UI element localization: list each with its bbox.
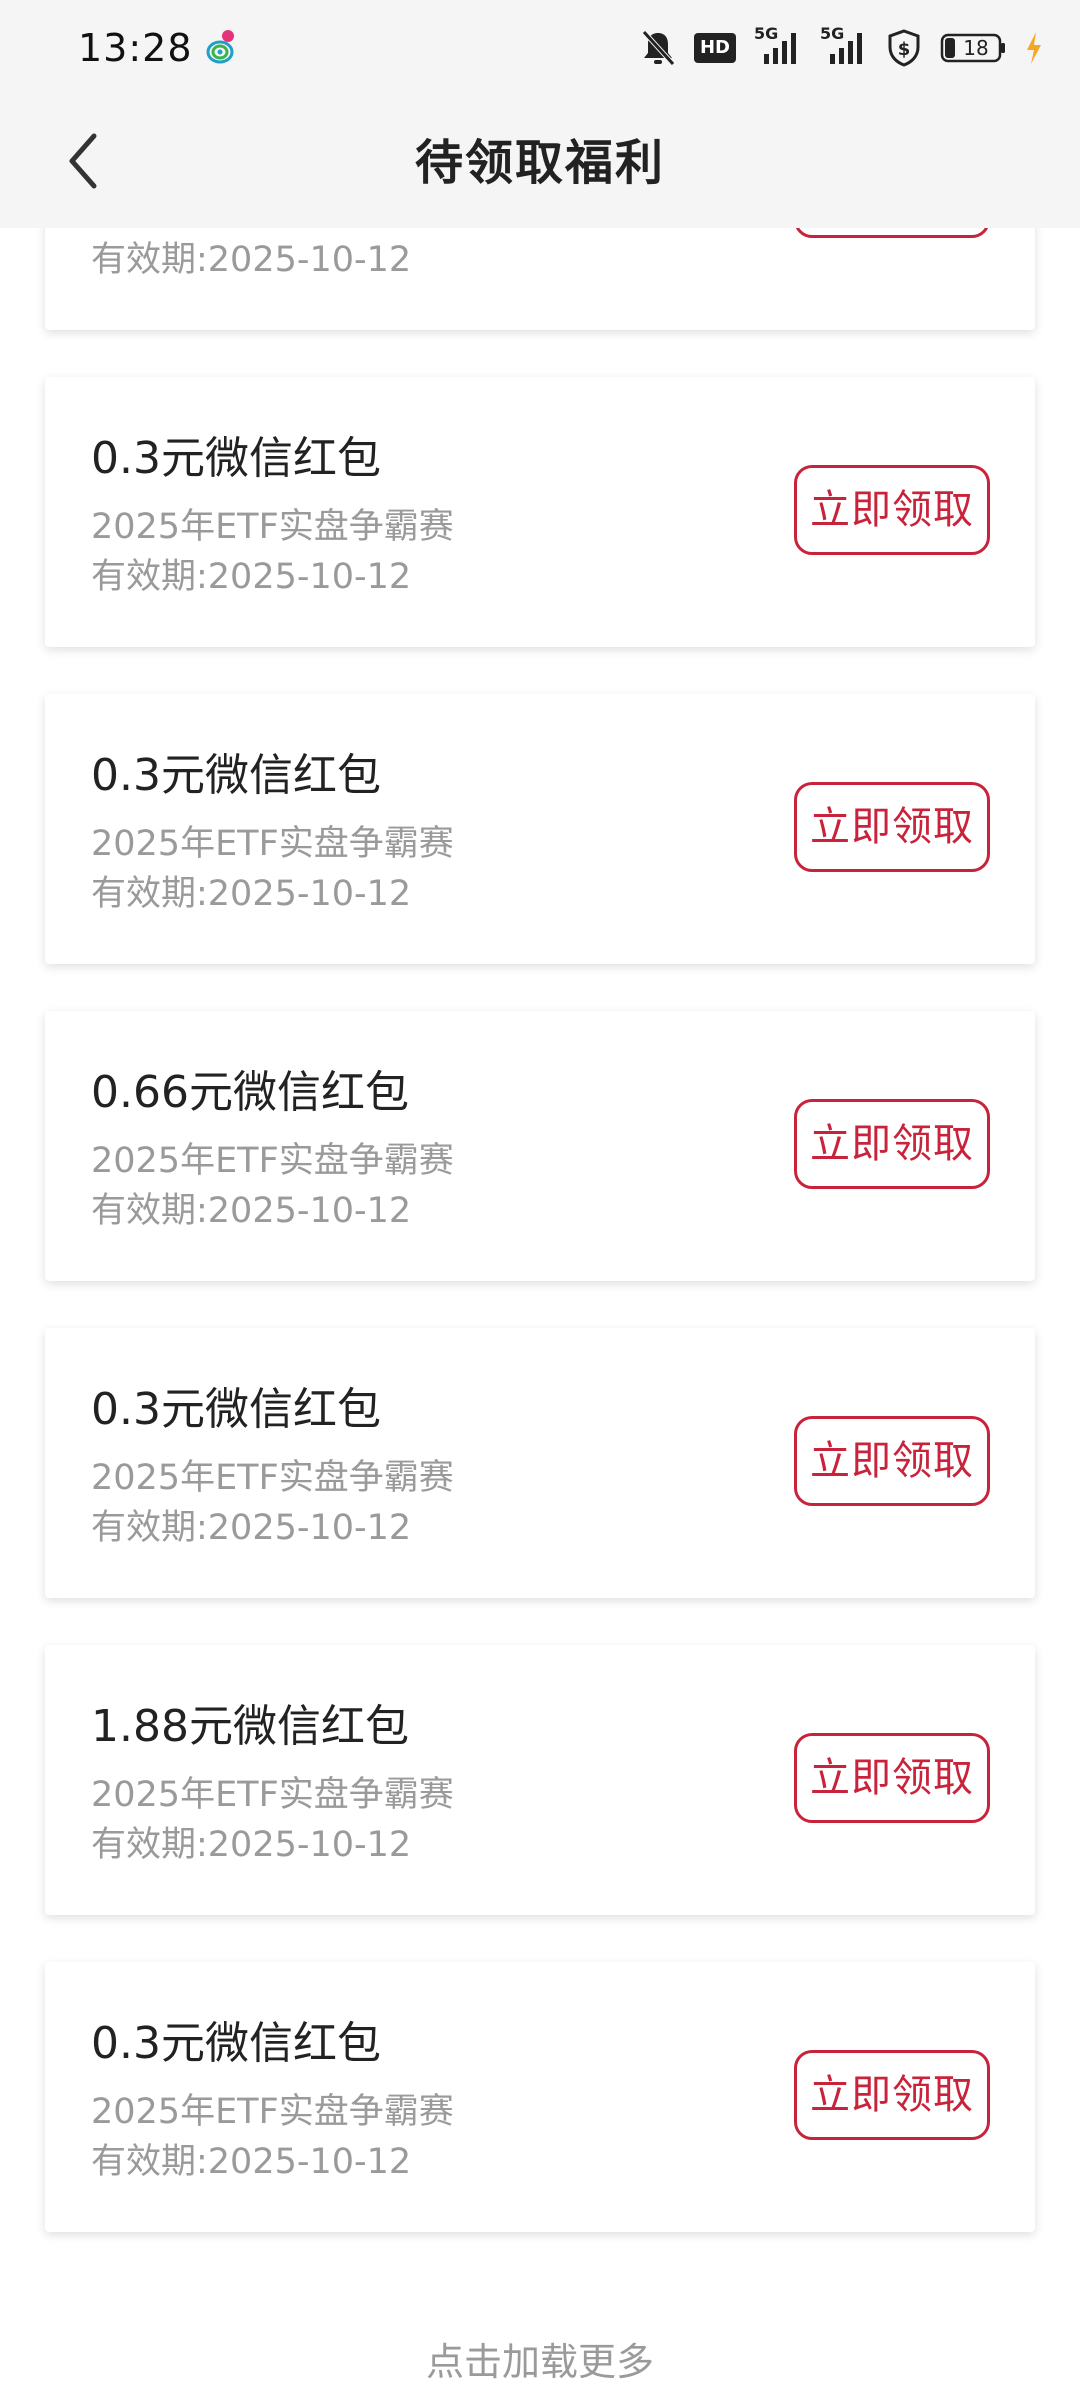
signal-icon: 5G [754,24,802,68]
signal-icon: 5G [820,24,868,68]
charging-icon [1024,28,1044,68]
carrier-icon [204,28,240,68]
reward-card: 0.3元微信红包 2025年ETF实盘争霸赛 有效期:2025-10-12 立即… [45,1962,1035,2232]
reward-validity: 有效期:2025-10-12 [91,2142,412,2182]
claim-button[interactable]: 立即领取 [794,465,990,555]
reward-title: 0.3元微信红包 [91,1384,381,1435]
reward-title: 1.88元微信红包 [91,1701,409,1752]
svg-text:$: $ [898,39,911,60]
mute-icon [640,28,676,68]
reward-card: 0.66元微信红包 2025年ETF实盘争霸赛 有效期:2025-10-12 立… [45,1011,1035,1281]
reward-title: 0.3元微信红包 [91,2018,381,2069]
header: 待领取福利 [0,96,1080,228]
status-bar: 13:28 HD 5G 5G $ 18 [0,0,1080,96]
reward-card: 0.3元微信红包 2025年ETF实盘争霸赛 有效期:2025-10-12 立即… [45,377,1035,647]
hd-icon: HD [694,33,736,63]
claim-button[interactable]: 立即领取 [794,1733,990,1823]
reward-list: 有效期:2025-10-12 立即领取 0.3元微信红包 2025年ETF实盘争… [0,0,1080,2408]
shield-dollar-icon: $ [886,28,922,68]
claim-button[interactable]: 立即领取 [794,782,990,872]
page-title: 待领取福利 [414,135,665,191]
reward-validity: 有效期:2025-10-12 [91,1508,412,1548]
claim-button[interactable]: 立即领取 [794,2050,990,2140]
load-more-button[interactable]: 点击加载更多 [0,2338,1080,2386]
reward-source: 2025年ETF实盘争霸赛 [91,1141,454,1181]
reward-validity: 有效期:2025-10-12 [91,1825,412,1865]
reward-card: 1.88元微信红包 2025年ETF实盘争霸赛 有效期:2025-10-12 立… [45,1645,1035,1915]
reward-source: 2025年ETF实盘争霸赛 [91,507,454,547]
status-icons: HD 5G 5G $ 18 [640,24,1044,72]
reward-card: 0.3元微信红包 2025年ETF实盘争霸赛 有效期:2025-10-12 立即… [45,694,1035,964]
reward-source: 2025年ETF实盘争霸赛 [91,824,454,864]
status-time: 13:28 [78,26,193,70]
reward-title: 0.3元微信红包 [91,433,381,484]
battery-icon: 18 [940,32,1006,64]
reward-card: 0.3元微信红包 2025年ETF实盘争霸赛 有效期:2025-10-12 立即… [45,1328,1035,1598]
reward-validity: 有效期:2025-10-12 [91,557,412,597]
reward-title: 0.66元微信红包 [91,1067,409,1118]
reward-source: 2025年ETF实盘争霸赛 [91,1775,454,1815]
reward-validity: 有效期:2025-10-12 [91,1191,412,1231]
reward-validity: 有效期:2025-10-12 [91,240,412,280]
reward-title: 0.3元微信红包 [91,750,381,801]
battery-level: 18 [963,36,989,60]
reward-source: 2025年ETF实盘争霸赛 [91,2092,454,2132]
claim-button[interactable]: 立即领取 [794,1416,990,1506]
claim-button[interactable]: 立即领取 [794,1099,990,1189]
reward-source: 2025年ETF实盘争霸赛 [91,1458,454,1498]
reward-validity: 有效期:2025-10-12 [91,874,412,914]
